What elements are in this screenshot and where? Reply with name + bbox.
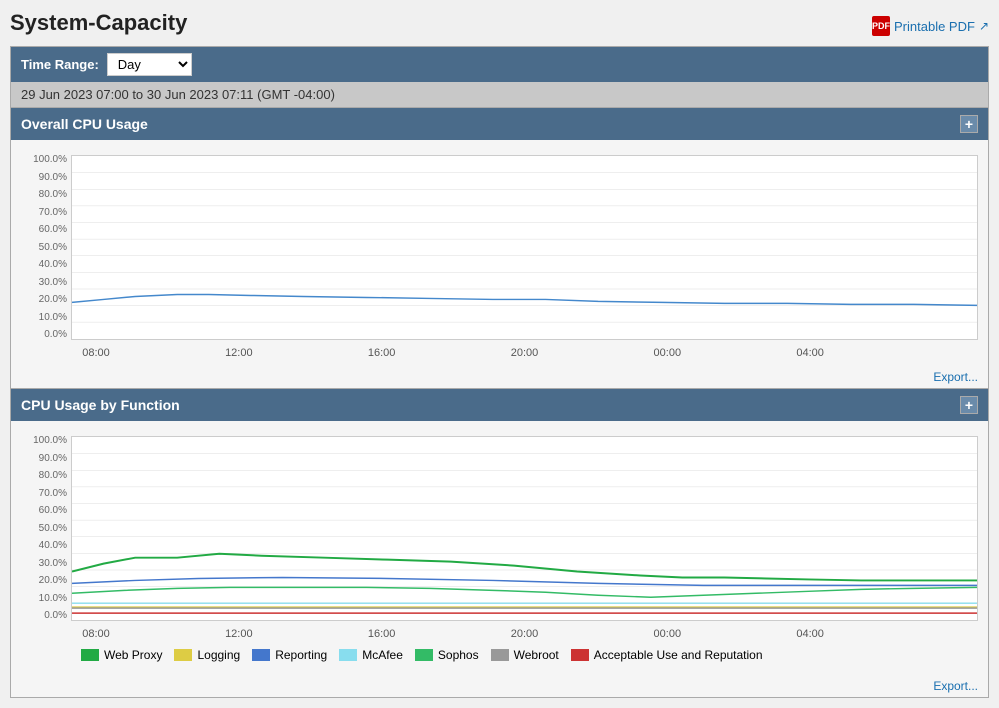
legend-item-mcafee: McAfee: [339, 648, 403, 662]
section1-x-axis: 08:00 12:00 16:00 20:00 00:00 04:00: [71, 345, 978, 361]
legend-label-webroot: Webroot: [514, 648, 559, 662]
legend-item-webproxy: Web Proxy: [81, 648, 162, 662]
section1-header[interactable]: Overall CPU Usage +: [11, 108, 988, 140]
legend-item-webroot: Webroot: [491, 648, 559, 662]
printable-pdf-label: Printable PDF: [894, 19, 975, 34]
legend-swatch-acceptable-use: [571, 649, 589, 661]
legend-label-sophos: Sophos: [438, 648, 479, 662]
section2-chart: [71, 436, 978, 621]
legend-item-acceptable-use: Acceptable Use and Reputation: [571, 648, 763, 662]
section2-x-axis: 08:00 12:00 16:00 20:00 00:00 04:00: [71, 626, 978, 642]
section1-title: Overall CPU Usage: [21, 116, 148, 132]
external-link-icon: ↗: [979, 19, 989, 33]
time-range-select[interactable]: Day Hour Week Month Year: [107, 53, 192, 76]
section2-svg: [72, 437, 977, 620]
section2-export[interactable]: Export...: [11, 675, 988, 697]
section2-expand-btn[interactable]: +: [960, 396, 978, 414]
legend-label-webproxy: Web Proxy: [104, 648, 162, 662]
section1-y-axis: 100.0% 90.0% 80.0% 70.0% 60.0% 50.0% 40.…: [21, 155, 71, 340]
section2-header[interactable]: CPU Usage by Function +: [11, 389, 988, 421]
legend-item-logging: Logging: [174, 648, 240, 662]
legend-swatch-mcafee: [339, 649, 357, 661]
legend-swatch-webroot: [491, 649, 509, 661]
chart2-legend: Web Proxy Logging Reporting McAfee Sopho…: [21, 642, 978, 670]
legend-label-mcafee: McAfee: [362, 648, 403, 662]
legend-item-reporting: Reporting: [252, 648, 327, 662]
section1-svg: [72, 156, 977, 339]
page-title: System-Capacity: [10, 10, 989, 36]
section1-chart: [71, 155, 978, 340]
legend-label-logging: Logging: [197, 648, 240, 662]
time-range-bar: Time Range: Day Hour Week Month Year: [11, 47, 988, 82]
section2-title: CPU Usage by Function: [21, 397, 180, 413]
section2-y-axis: 100.0% 90.0% 80.0% 70.0% 60.0% 50.0% 40.…: [21, 436, 71, 621]
legend-swatch-reporting: [252, 649, 270, 661]
section1-chart-container: 100.0% 90.0% 80.0% 70.0% 60.0% 50.0% 40.…: [11, 140, 988, 366]
legend-label-acceptable-use: Acceptable Use and Reputation: [594, 648, 763, 662]
printable-pdf-link[interactable]: PDF Printable PDF ↗: [872, 16, 989, 36]
main-container: Time Range: Day Hour Week Month Year 29 …: [10, 46, 989, 698]
legend-swatch-logging: [174, 649, 192, 661]
date-range-text: 29 Jun 2023 07:00 to 30 Jun 2023 07:11 (…: [21, 87, 335, 102]
legend-swatch-sophos: [415, 649, 433, 661]
section1-chart-wrapper: 100.0% 90.0% 80.0% 70.0% 60.0% 50.0% 40.…: [21, 155, 978, 340]
date-range-bar: 29 Jun 2023 07:00 to 30 Jun 2023 07:11 (…: [11, 82, 988, 108]
legend-label-reporting: Reporting: [275, 648, 327, 662]
section2-chart-container: 100.0% 90.0% 80.0% 70.0% 60.0% 50.0% 40.…: [11, 421, 988, 675]
legend-swatch-webproxy: [81, 649, 99, 661]
pdf-icon: PDF: [872, 16, 890, 36]
time-range-label: Time Range:: [21, 57, 99, 72]
section1-expand-btn[interactable]: +: [960, 115, 978, 133]
section2-chart-wrapper: 100.0% 90.0% 80.0% 70.0% 60.0% 50.0% 40.…: [21, 436, 978, 621]
legend-item-sophos: Sophos: [415, 648, 479, 662]
section1-export[interactable]: Export...: [11, 366, 988, 388]
